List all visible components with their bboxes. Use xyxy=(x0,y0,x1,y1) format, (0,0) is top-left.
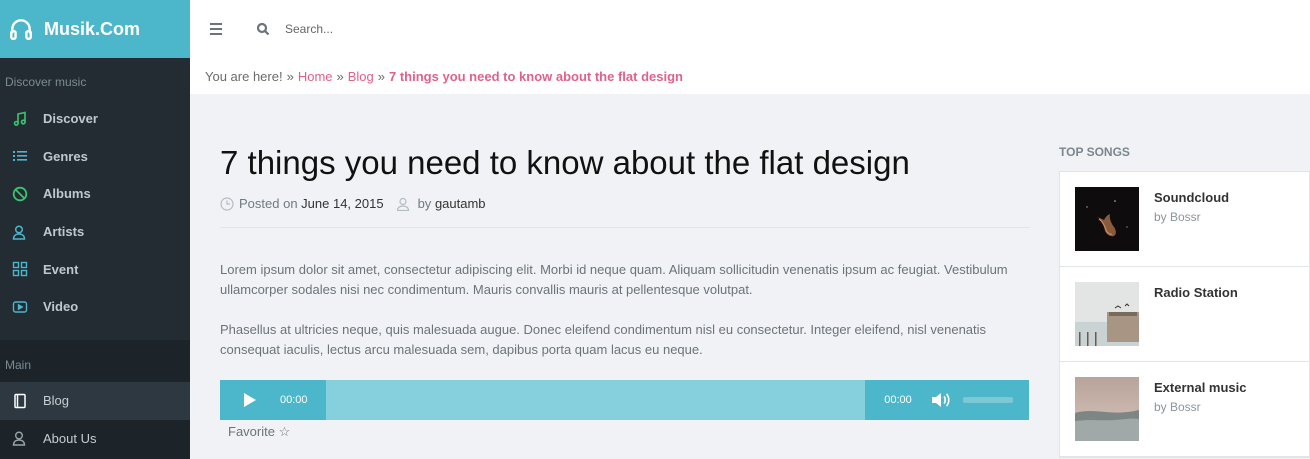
breadcrumb-prefix: You are here! xyxy=(205,68,283,84)
post-meta: Posted on June 14, 2015 by gautamb xyxy=(220,196,1030,211)
song-thumbnail xyxy=(1075,187,1139,251)
brand[interactable]: Musik.Com xyxy=(0,0,190,58)
list-item[interactable]: External music by Bossr xyxy=(1060,362,1309,457)
main-section-label: Main xyxy=(5,358,32,372)
user-icon xyxy=(11,223,29,241)
song-thumbnail xyxy=(1075,377,1139,441)
sidebar-item-video[interactable]: Video xyxy=(0,288,190,326)
discover-section-label: Discover music xyxy=(5,75,87,89)
sidebar-item-genres[interactable]: Genres xyxy=(0,138,190,176)
sidebar-item-discover[interactable]: Discover xyxy=(0,100,190,138)
duration: 00:00 xyxy=(884,394,912,406)
audio-player: 00:00 00:00 xyxy=(220,380,1029,420)
post-paragraph: Lorem ipsum dolor sit amet, consectetur … xyxy=(220,262,1008,297)
user-icon xyxy=(396,197,409,211)
breadcrumb-current: 7 things you need to know about the flat… xyxy=(389,68,683,84)
song-list: Soundcloud by Bossr Radio Station Extern… xyxy=(1059,171,1310,458)
breadcrumb-separator: » xyxy=(286,68,294,84)
sidebar-item-event[interactable]: Event xyxy=(0,250,190,288)
favorite-button[interactable]: Favorite ☆ xyxy=(228,424,1030,440)
breadcrumb-separator: » xyxy=(336,68,344,84)
top-songs-title: TOP SONGS xyxy=(1059,145,1130,159)
book-icon xyxy=(11,392,29,410)
sidebar-item-artists[interactable]: Artists xyxy=(0,213,190,251)
grid-icon xyxy=(11,260,29,278)
top-songs-panel: TOP SONGS Soundcloud by Bossr Radio Stat… xyxy=(1059,94,1310,458)
list-item[interactable]: Radio Station xyxy=(1060,267,1309,362)
sidebar: Musik.Com Discover music Discover Genres… xyxy=(0,0,190,459)
sidebar-item-label: Albums xyxy=(43,186,91,202)
post-author[interactable]: gautamb xyxy=(435,196,486,211)
search-icon xyxy=(256,22,270,36)
breadcrumb-blog-link[interactable]: Blog xyxy=(348,69,374,84)
main-section: Main Blog About Us xyxy=(0,340,190,459)
breadcrumb-separator: » xyxy=(377,68,386,84)
breadcrumb: You are here! » Home » Blog » 7 things y… xyxy=(190,58,1310,94)
disc-icon xyxy=(11,185,29,203)
divider xyxy=(220,227,1030,228)
posted-on-label: Posted on xyxy=(239,196,298,211)
play-button[interactable] xyxy=(220,380,280,420)
song-info: Soundcloud by Bossr xyxy=(1154,190,1229,224)
list-icon xyxy=(11,147,29,165)
clock-icon xyxy=(220,196,234,211)
by-label: by xyxy=(417,196,432,211)
hamburger-menu-icon[interactable] xyxy=(210,23,224,35)
users-icon xyxy=(11,429,29,447)
sidebar-item-label: Event xyxy=(43,261,79,277)
song-info: Radio Station xyxy=(1154,285,1238,305)
top-bar xyxy=(190,0,1310,58)
current-time: 00:00 xyxy=(280,394,308,406)
sidebar-item-blog[interactable]: Blog xyxy=(0,382,190,420)
sidebar-item-albums[interactable]: Albums xyxy=(0,175,190,213)
breadcrumb-home-link[interactable]: Home xyxy=(298,69,333,84)
sidebar-item-label: Video xyxy=(43,299,79,315)
list-item[interactable]: Soundcloud by Bossr xyxy=(1060,172,1309,267)
sidebar-item-label: Artists xyxy=(43,224,85,240)
song-title: Radio Station xyxy=(1154,285,1238,300)
post-paragraph: Phasellus at ultricies neque, quis males… xyxy=(220,322,987,357)
brand-name: Musik.Com xyxy=(44,18,141,39)
music-note-icon xyxy=(11,110,29,128)
headphones-icon xyxy=(10,19,32,40)
post-title: 7 things you need to know about the flat… xyxy=(220,144,910,181)
song-title: External music xyxy=(1154,380,1247,395)
progress-bar[interactable] xyxy=(326,380,865,420)
sidebar-item-label: Discover xyxy=(43,111,98,127)
blog-post: 7 things you need to know about the flat… xyxy=(220,94,1030,440)
sidebar-item-label: Genres xyxy=(43,148,88,164)
song-artist: by Bossr xyxy=(1154,400,1201,414)
play-icon xyxy=(244,393,256,407)
song-info: External music by Bossr xyxy=(1154,380,1247,414)
search-input[interactable] xyxy=(285,22,585,36)
discover-section: Discover music Discover Genres Albums Ar… xyxy=(0,58,190,326)
sidebar-item-about-us[interactable]: About Us xyxy=(0,420,190,458)
video-icon xyxy=(11,298,29,316)
sidebar-item-label: Blog xyxy=(43,393,70,409)
song-artist: by Bossr xyxy=(1154,210,1201,224)
volume-icon[interactable] xyxy=(931,389,953,411)
post-date: June 14, 2015 xyxy=(301,196,384,211)
volume-slider[interactable] xyxy=(963,397,1013,403)
song-thumbnail xyxy=(1075,282,1139,346)
song-title: Soundcloud xyxy=(1154,190,1230,205)
sidebar-item-label: About Us xyxy=(43,430,97,446)
